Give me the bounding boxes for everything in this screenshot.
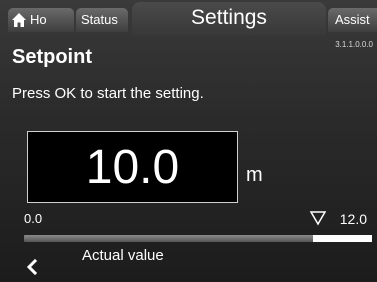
tab-assist-label: Assist bbox=[335, 12, 370, 27]
chevron-left-icon[interactable] bbox=[25, 257, 39, 277]
instruction-text: Press OK to start the setting. bbox=[12, 85, 204, 102]
tab-home[interactable]: Ho bbox=[8, 8, 74, 32]
tab-settings-label: Settings bbox=[191, 6, 267, 29]
tab-assist[interactable]: Assist bbox=[328, 8, 377, 32]
page-title: Setpoint bbox=[12, 46, 92, 68]
triangle-down-outline-icon bbox=[309, 211, 327, 226]
tab-status-label: Status bbox=[81, 12, 118, 27]
actual-value-bar-fill bbox=[312, 235, 372, 242]
setpoint-unit: m bbox=[246, 164, 263, 186]
actual-value-legend: Actual value bbox=[82, 247, 164, 264]
setpoint-value-field[interactable]: 10.0 bbox=[27, 131, 238, 203]
tab-bar: Ho Status Settings Assist bbox=[0, 0, 377, 36]
tab-status[interactable]: Status bbox=[76, 8, 128, 32]
tab-settings[interactable]: Settings bbox=[132, 2, 326, 36]
tab-home-label: Ho bbox=[30, 12, 47, 27]
screen: Ho Status Settings Assist 3.1.1.0.0.0 Se… bbox=[0, 0, 377, 282]
setpoint-value: 10.0 bbox=[85, 141, 180, 194]
actual-value-bar bbox=[24, 235, 372, 242]
home-icon bbox=[12, 13, 26, 27]
range-min-label: 0.0 bbox=[24, 211, 43, 226]
range-max-label: 12.0 bbox=[339, 211, 367, 227]
menu-id: 3.1.1.0.0.0 bbox=[335, 40, 373, 49]
